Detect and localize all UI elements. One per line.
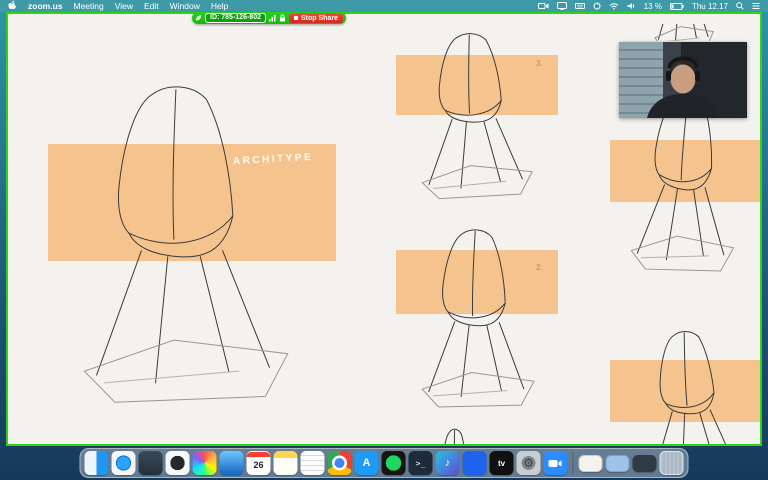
menu-item-view[interactable]: View <box>115 1 133 11</box>
dock-icon-music[interactable]: ♪ <box>435 451 460 475</box>
dock-icon-notes[interactable] <box>273 451 298 475</box>
notification-center-icon[interactable] <box>752 2 760 10</box>
headphone-cup-left <box>666 71 671 81</box>
menu-item-edit[interactable]: Edit <box>144 1 159 11</box>
volume-status-icon[interactable] <box>627 2 636 10</box>
battery-percentage[interactable]: 13 % <box>644 2 662 11</box>
dock-icon-color-wheel[interactable] <box>192 451 217 475</box>
display-status-icon[interactable] <box>556 2 567 10</box>
dock-icon-zoom[interactable] <box>543 451 568 475</box>
menu-item-help[interactable]: Help <box>211 1 228 11</box>
dock-minimized-window-light[interactable] <box>578 454 603 472</box>
chair-sketch-partial-top <box>648 24 733 41</box>
meeting-id-badge: ID: 785-126-802 <box>205 13 266 23</box>
dock-icon-photo-editor[interactable] <box>138 451 163 475</box>
webcam-thumbnail[interactable] <box>619 42 747 118</box>
dock-icon-trash[interactable] <box>659 451 684 475</box>
dock: 26 A >_ ♪ tv ⚙ <box>79 448 689 478</box>
lock-icon <box>279 9 286 27</box>
shared-screen-whiteboard: ARCHITYPE 3. 2. <box>6 12 762 446</box>
dock-icon-app-store[interactable]: A <box>354 451 379 475</box>
spotlight-search-icon[interactable] <box>736 2 744 10</box>
chair-sketch-partial-bottom <box>428 426 492 444</box>
share-leaf-icon <box>195 9 202 27</box>
dock-icon-terminal[interactable]: >_ <box>408 451 433 475</box>
dock-minimized-window-blue[interactable] <box>605 454 630 472</box>
screen-share-bar: ID: 785-126-802 Stop Share <box>192 12 346 24</box>
apple-menu-icon[interactable] <box>8 0 17 12</box>
stop-icon <box>293 16 298 20</box>
dock-icon-calendar[interactable]: 26 <box>246 451 271 475</box>
menu-app-name[interactable]: zoom.us <box>28 1 62 11</box>
chair-sketch-2 <box>421 228 538 410</box>
dock-icon-finder[interactable] <box>84 451 109 475</box>
apple-tv-glyph: tv <box>497 458 506 468</box>
app-store-glyph: A <box>362 457 371 469</box>
dock-icon-mail[interactable] <box>219 451 244 475</box>
music-glyph: ♪ <box>444 457 451 469</box>
chair-sketch-bottomright <box>640 328 745 444</box>
dock-icon-apple-tv[interactable]: tv <box>489 451 514 475</box>
terminal-glyph: >_ <box>415 458 426 468</box>
dock-separator <box>572 452 574 474</box>
chair-sketch-main <box>83 85 289 404</box>
headphone-cup-right <box>695 71 700 81</box>
gear-icon: ⚙ <box>523 456 534 470</box>
chair-sketch-3 <box>419 32 534 200</box>
stop-share-label: Stop Share <box>300 14 338 22</box>
menu-clock[interactable]: Thu 12.17 <box>692 2 728 11</box>
menu-bar: zoom.us Meeting View Edit Window Help 13… <box>0 0 768 12</box>
calendar-day: 26 <box>253 460 264 470</box>
zoom-camera-icon <box>548 459 562 467</box>
menu-item-meeting[interactable]: Meeting <box>73 1 103 11</box>
keyboard-status-icon[interactable] <box>574 2 585 10</box>
dock-icon-spotify[interactable] <box>381 451 406 475</box>
signal-icon <box>268 9 276 27</box>
battery-icon[interactable] <box>669 2 684 10</box>
sketch-number-2: 2. <box>536 263 543 272</box>
dock-minimized-window-dark[interactable] <box>632 454 657 472</box>
video-status-icon[interactable] <box>537 2 549 10</box>
dock-icon-github[interactable] <box>165 451 190 475</box>
person-face <box>670 64 696 94</box>
dock-icon-docker[interactable] <box>462 451 487 475</box>
sketch-number-3: 3. <box>536 59 543 68</box>
sync-status-icon[interactable] <box>593 2 601 10</box>
dock-icon-safari[interactable] <box>111 451 136 475</box>
dock-icon-system-preferences[interactable]: ⚙ <box>516 451 541 475</box>
stop-share-button[interactable]: Stop Share <box>288 13 343 23</box>
dock-icon-textedit[interactable] <box>300 451 325 475</box>
wifi-status-icon[interactable] <box>609 2 619 10</box>
dock-icon-chrome[interactable] <box>327 451 352 475</box>
